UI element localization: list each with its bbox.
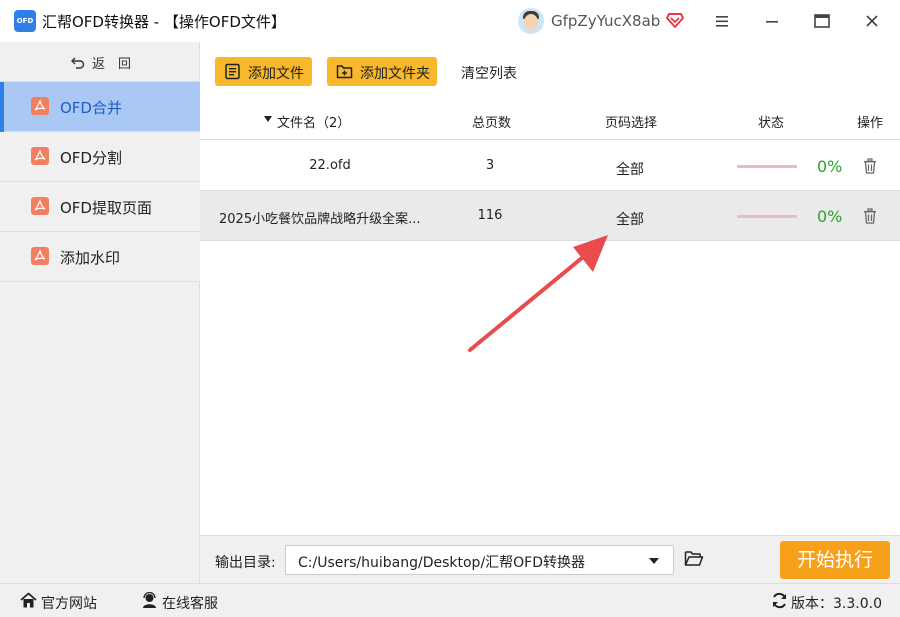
ofd-file-icon [31, 197, 49, 215]
customer-service-icon [143, 592, 156, 608]
trash-icon[interactable] [863, 208, 877, 224]
version-text: 版本：3.3.0.0 [791, 596, 882, 612]
output-directory-select[interactable]: C:/Users/huibang/Desktop/汇帮OFD转换器 [285, 545, 674, 575]
progress-percent: 0% [817, 207, 843, 226]
sort-down-icon [264, 116, 272, 122]
sidebar-item-label: OFD提取页面 [60, 199, 152, 217]
file-name: 2025小吃餐饮品牌战略升级全案... [219, 212, 421, 227]
maximize-icon[interactable] [810, 9, 834, 33]
table-row[interactable]: 22.ofd 3 全部 0% [200, 141, 900, 191]
start-button[interactable]: 开始执行 [780, 541, 890, 579]
clear-list-button[interactable]: 清空列表 [461, 63, 517, 83]
username[interactable]: GfpZyYucX8ab [551, 12, 660, 30]
add-folder-icon [336, 65, 353, 79]
sidebar-item-add-watermark[interactable]: 添加水印 [0, 232, 200, 282]
add-folder-button[interactable]: 添加文件夹 [327, 57, 437, 86]
sidebar-item-label: OFD合并 [60, 99, 122, 117]
chevron-down-icon [649, 558, 659, 564]
status-bar: 官方网站 在线客服 版本：3.3.0.0 [0, 583, 900, 617]
close-icon[interactable] [860, 9, 884, 33]
open-folder-icon[interactable] [684, 550, 704, 567]
online-support-link[interactable]: 在线客服 [162, 593, 218, 613]
page-count: 3 [485, 158, 495, 173]
output-bar: 输出目录: C:/Users/huibang/Desktop/汇帮OFD转换器 … [200, 535, 900, 583]
title-bar: OFD 汇帮OFD转换器 - 【操作OFD文件】 GfpZyYucX8ab [0, 0, 900, 42]
add-file-icon [225, 63, 240, 80]
page-range-select[interactable]: 全部 [598, 209, 662, 229]
back-arrow-icon [71, 57, 85, 69]
progress-percent: 0% [817, 157, 843, 176]
table-header: 文件名（2） 总页数 页码选择 状态 操作 [200, 98, 900, 140]
sidebar: 返 回 OFD合并 OFD分割 OFD提取页面 添加水印 [0, 42, 200, 583]
column-header-pages: 总页数 [472, 116, 512, 131]
column-header-status: 状态 [758, 116, 785, 131]
vip-diamond-icon[interactable] [665, 10, 685, 30]
menu-icon[interactable] [710, 9, 734, 33]
trash-icon[interactable] [863, 158, 877, 174]
refresh-icon[interactable] [771, 592, 788, 609]
sidebar-item-ofd-split[interactable]: OFD分割 [0, 132, 200, 182]
back-label: 返 回 [92, 57, 132, 72]
page-count: 116 [477, 208, 503, 223]
output-path: C:/Users/huibang/Desktop/汇帮OFD转换器 [298, 555, 586, 571]
page-range-select[interactable]: 全部 [598, 159, 662, 179]
sidebar-item-label: 添加水印 [60, 249, 121, 267]
back-button[interactable]: 返 回 [0, 42, 200, 82]
home-icon [20, 592, 37, 608]
output-directory-label: 输出目录: [215, 555, 276, 571]
progress-bar [737, 215, 797, 218]
progress-bar [737, 165, 797, 168]
column-header-page-range: 页码选择 [605, 116, 658, 131]
annotation-arrow-icon [468, 235, 608, 352]
user-avatar[interactable] [518, 8, 544, 34]
sidebar-item-label: OFD分割 [60, 149, 122, 167]
minimize-icon[interactable] [760, 9, 784, 33]
file-name: 22.ofd [309, 158, 351, 173]
add-file-label: 添加文件 [248, 66, 304, 82]
add-file-button[interactable]: 添加文件 [215, 57, 312, 86]
column-header-name[interactable]: 文件名（2） [264, 112, 350, 131]
sidebar-item-ofd-merge[interactable]: OFD合并 [0, 82, 200, 132]
ofd-file-icon [31, 147, 49, 165]
sidebar-item-ofd-extract-pages[interactable]: OFD提取页面 [0, 182, 200, 232]
toolbar: 添加文件 添加文件夹 清空列表 [200, 42, 900, 98]
app-logo-icon: OFD [14, 10, 36, 32]
column-header-operations: 操作 [857, 116, 884, 131]
ofd-file-icon [31, 97, 49, 115]
ofd-file-icon [31, 247, 49, 265]
window-title: 汇帮OFD转换器 - 【操作OFD文件】 [42, 13, 286, 31]
official-website-link[interactable]: 官方网站 [41, 593, 97, 613]
add-folder-label: 添加文件夹 [360, 66, 430, 82]
